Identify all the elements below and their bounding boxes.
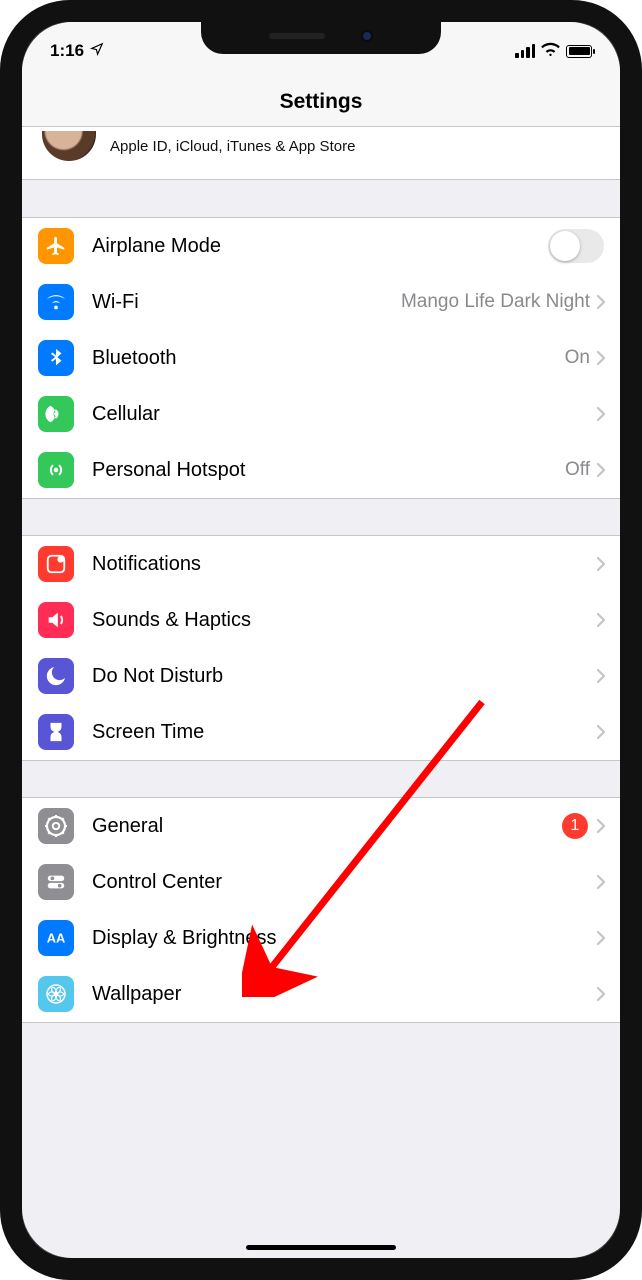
avatar	[42, 131, 96, 161]
general-icon	[38, 808, 74, 844]
row-label: Cellular	[92, 403, 596, 426]
hotspot-icon	[38, 452, 74, 488]
airplane-mode-toggle[interactable]	[548, 229, 604, 263]
display-icon: AA	[38, 920, 74, 956]
notifications-icon	[38, 546, 74, 582]
apple-id-subtitle: Apple ID, iCloud, iTunes & App Store	[110, 138, 355, 155]
sounds-icon	[38, 602, 74, 638]
chevron-right-icon	[596, 986, 606, 1002]
row-notifications[interactable]: Notifications	[22, 536, 620, 592]
airplane-icon	[38, 228, 74, 264]
row-label: Airplane Mode	[92, 235, 548, 258]
row-wallpaper[interactable]: Wallpaper	[22, 966, 620, 1022]
screentime-icon	[38, 714, 74, 750]
apple-id-row[interactable]: Apple ID, iCloud, iTunes & App Store	[22, 127, 620, 180]
row-do-not-disturb[interactable]: Do Not Disturb	[22, 648, 620, 704]
dnd-icon	[38, 658, 74, 694]
row-label: General	[92, 815, 562, 838]
cellular-icon	[38, 396, 74, 432]
chevron-right-icon	[596, 818, 606, 834]
wifi-icon	[541, 41, 560, 61]
wifi-icon	[38, 284, 74, 320]
row-cellular[interactable]: Cellular	[22, 386, 620, 442]
row-label: Screen Time	[92, 721, 596, 744]
wallpaper-icon	[38, 976, 74, 1012]
notification-badge: 1	[562, 813, 588, 839]
battery-icon	[566, 45, 592, 58]
chevron-right-icon	[596, 612, 606, 628]
svg-text:AA: AA	[47, 931, 66, 946]
row-label: Wallpaper	[92, 983, 596, 1006]
controlcenter-icon	[38, 864, 74, 900]
bluetooth-icon	[38, 340, 74, 376]
row-label: Notifications	[92, 553, 596, 576]
row-general[interactable]: General1	[22, 798, 620, 854]
row-value: On	[565, 347, 590, 369]
row-value: Mango Life Dark Night	[401, 291, 590, 313]
row-label: Personal Hotspot	[92, 459, 565, 482]
chevron-right-icon	[596, 350, 606, 366]
row-personal-hotspot[interactable]: Personal HotspotOff	[22, 442, 620, 498]
chevron-right-icon	[596, 294, 606, 310]
chevron-right-icon	[596, 668, 606, 684]
row-value: Off	[565, 459, 590, 481]
chevron-right-icon	[596, 930, 606, 946]
status-time: 1:16	[50, 41, 84, 61]
cellular-signal-icon	[515, 44, 535, 58]
row-screen-time[interactable]: Screen Time	[22, 704, 620, 760]
row-wi-fi[interactable]: Wi-FiMango Life Dark Night	[22, 274, 620, 330]
row-label: Bluetooth	[92, 347, 565, 370]
row-label: Control Center	[92, 871, 596, 894]
row-label: Sounds & Haptics	[92, 609, 596, 632]
location-icon	[90, 41, 104, 61]
home-indicator	[246, 1245, 396, 1250]
row-control-center[interactable]: Control Center	[22, 854, 620, 910]
page-title: Settings	[22, 66, 620, 127]
notch	[201, 18, 441, 54]
chevron-right-icon	[596, 406, 606, 422]
row-sounds-haptics[interactable]: Sounds & Haptics	[22, 592, 620, 648]
chevron-right-icon	[596, 724, 606, 740]
row-display-brightness[interactable]: AA Display & Brightness	[22, 910, 620, 966]
row-bluetooth[interactable]: BluetoothOn	[22, 330, 620, 386]
row-label: Wi-Fi	[92, 291, 401, 314]
row-label: Display & Brightness	[92, 927, 596, 950]
row-label: Do Not Disturb	[92, 665, 596, 688]
chevron-right-icon	[596, 462, 606, 478]
row-airplane-mode[interactable]: Airplane Mode	[22, 218, 620, 274]
chevron-right-icon	[596, 874, 606, 890]
chevron-right-icon	[596, 556, 606, 572]
